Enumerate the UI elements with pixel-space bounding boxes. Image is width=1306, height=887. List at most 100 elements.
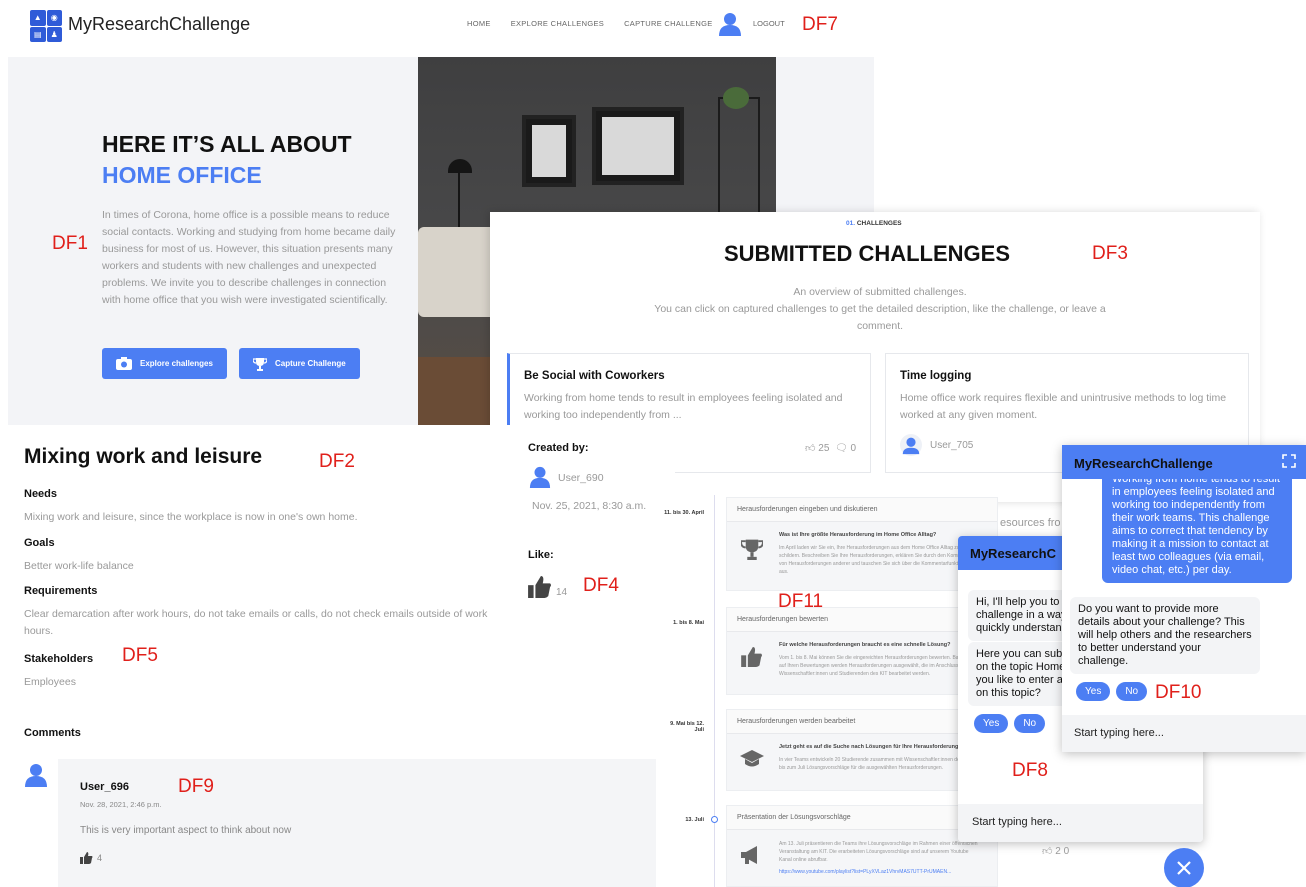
annotation-df1: DF1 (52, 233, 88, 254)
timeline-step-text: Am 13. Juli präsentieren die Teams ihre … (779, 841, 978, 863)
thumbs-up-icon[interactable] (80, 852, 93, 864)
thumbs-up-icon (737, 642, 767, 672)
requirements-value: Clear demarcation after work hours, do n… (24, 608, 488, 637)
comment-count: 0 (850, 443, 856, 454)
timeline-date: 1. bis 8. Mai (673, 620, 704, 626)
like-count: 14 (556, 587, 568, 598)
explore-challenges-button[interactable]: Explore challenges (102, 348, 227, 379)
annotation-df4: DF4 (583, 575, 619, 596)
nav-links: HOME EXPLORE CHALLENGES CAPTURE CHALLENG… (467, 19, 713, 28)
timeline-step-question: Jetzt geht es auf die Suche nach Lösunge… (779, 744, 965, 750)
created-date: Nov. 25, 2021, 8:30 a.m. (532, 500, 647, 512)
hero-title-line1: HERE IT’S ALL ABOUT (102, 131, 352, 157)
like-count: 25 (818, 443, 830, 454)
hero-title: HERE IT’S ALL ABOUT HOME OFFICE (102, 129, 352, 191)
like-label: Like: (528, 549, 554, 561)
picture-frame (592, 107, 684, 185)
challenge-card-stats: 👍︎ 25 🗨︎ 0 (805, 442, 856, 454)
thumbs-up-icon[interactable] (528, 576, 552, 598)
chatbot-header: MyResearchChallenge (1062, 445, 1306, 479)
challenge-card-title: Time logging (900, 370, 972, 382)
challenge-card-author: User_705 (900, 434, 973, 456)
chat-input[interactable]: Start typing here... (958, 804, 1203, 842)
top-navigation: ▲ ◉ ▤ ♟ MyResearchChallenge HOME EXPLORE… (0, 0, 880, 50)
logo-tile-icon: ♟ (46, 26, 62, 42)
annotation-df8: DF8 (1012, 760, 1048, 781)
goals-label: Goals (24, 537, 55, 549)
camera-icon (116, 357, 132, 370)
timeline-step-head: Herausforderungen eingeben und diskutier… (727, 498, 997, 522)
user-message: Working from home tends to result in emp… (1102, 479, 1292, 583)
nav-link-home[interactable]: HOME (467, 19, 491, 28)
annotation-df9: DF9 (178, 776, 214, 797)
close-icon (1177, 861, 1191, 875)
timeline-date: 13. Juli (685, 817, 704, 823)
comment-timestamp: Nov. 28, 2021, 2:46 p.m. (80, 800, 162, 809)
capture-challenge-label: Capture Challenge (275, 359, 346, 368)
comment-like-count: 4 (97, 853, 103, 863)
comment-likes: 4 (80, 852, 102, 864)
timeline-step-head: Herausforderungen werden bearbeitet (727, 710, 997, 734)
card-footer-stats: 👍︎ 2 0 (1042, 845, 1069, 857)
picture-frame (522, 115, 576, 187)
expand-icon[interactable] (1282, 454, 1296, 468)
yes-no-options: Yes No (974, 714, 1046, 733)
timeline-step-text: Im April laden wir Sie ein, Ihre Herausf… (779, 545, 977, 575)
annotation-df3: DF3 (1092, 243, 1128, 264)
trophy-icon (737, 534, 767, 564)
challenge-card-text: Home office work requires flexible and u… (900, 392, 1227, 421)
timeline-step-question: Was ist Ihre größte Herausforderung im H… (779, 532, 937, 538)
timeline-date: 9. Mai bis 12. Juli (670, 721, 704, 733)
user-avatar-icon (900, 434, 922, 456)
capture-challenge-button[interactable]: Capture Challenge (239, 348, 360, 379)
challenge-card-title: Be Social with Coworkers (524, 370, 665, 382)
graduation-cap-icon (737, 744, 767, 774)
description-line1: An overview of submitted challenges. (793, 286, 967, 298)
thumbs-up-outline-icon[interactable]: 👍︎ (805, 443, 815, 454)
megaphone-icon (737, 840, 767, 870)
logout-link[interactable]: LOGOUT (753, 19, 785, 28)
no-button[interactable]: No (1116, 682, 1148, 701)
lamp-shade (448, 159, 472, 173)
chat-message-area: Working from home tends to result in emp… (1062, 479, 1306, 709)
comment-author: User_696 (80, 781, 129, 793)
annotation-df2: DF2 (319, 451, 355, 472)
chat-input[interactable]: Start typing here... (1062, 715, 1306, 752)
kicker-number: 01. (846, 220, 856, 227)
annotation-df10: DF10 (1155, 682, 1202, 703)
nav-link-capture[interactable]: CAPTURE CHALLENGE (624, 19, 712, 28)
no-button[interactable]: No (1014, 714, 1046, 733)
stakeholders-label: Stakeholders (24, 653, 94, 665)
yes-button[interactable]: Yes (974, 714, 1009, 733)
brand-logo[interactable]: ▲ ◉ ▤ ♟ (30, 10, 62, 42)
timeline-step-head: Präsentation der Lösungsvorschläge (727, 806, 997, 830)
timeline-step-link[interactable]: https://www.youtube.com/playlist?list=PL… (779, 868, 979, 876)
user-avatar-icon[interactable] (718, 12, 742, 36)
created-by-label: Created by: (528, 442, 589, 454)
annotation-df5: DF5 (122, 645, 158, 666)
hero-text: In times of Corona, home office is a pos… (102, 209, 396, 306)
requirements-label: Requirements (24, 585, 98, 597)
timeline-step-head: Herausforderungen bewerten (727, 608, 997, 632)
close-chat-button[interactable] (1164, 848, 1204, 887)
timeline-axis (714, 495, 715, 887)
section-description: An overview of submitted challenges. You… (630, 284, 1130, 335)
kicker-label: CHALLENGES (856, 220, 902, 227)
comment-text: This is very important aspect to think a… (80, 825, 292, 836)
creator-name: User_690 (558, 472, 604, 484)
brand-name[interactable]: MyResearchChallenge (68, 14, 250, 35)
section-kicker: 01. CHALLENGES (846, 220, 902, 227)
user-avatar-icon (25, 764, 47, 787)
trophy-icon (253, 357, 267, 371)
nav-link-explore[interactable]: EXPLORE CHALLENGES (511, 19, 604, 28)
hero-title-line2: HOME OFFICE (102, 162, 262, 188)
annotation-df11: DF11 (778, 591, 824, 612)
thumbs-up-outline-icon[interactable]: 👍︎ (1042, 846, 1052, 857)
logo-tile-icon: ◉ (46, 10, 62, 26)
annotation-df7: DF7 (802, 14, 838, 35)
needs-label: Needs (24, 488, 58, 500)
needs-value: Mixing work and leisure, since the workp… (24, 511, 358, 523)
yes-button[interactable]: Yes (1076, 682, 1111, 701)
comment-bubble-icon[interactable]: 🗨︎ (835, 443, 848, 454)
timeline-panel: 11. bis 30. April Herausforderungen eing… (660, 485, 998, 887)
